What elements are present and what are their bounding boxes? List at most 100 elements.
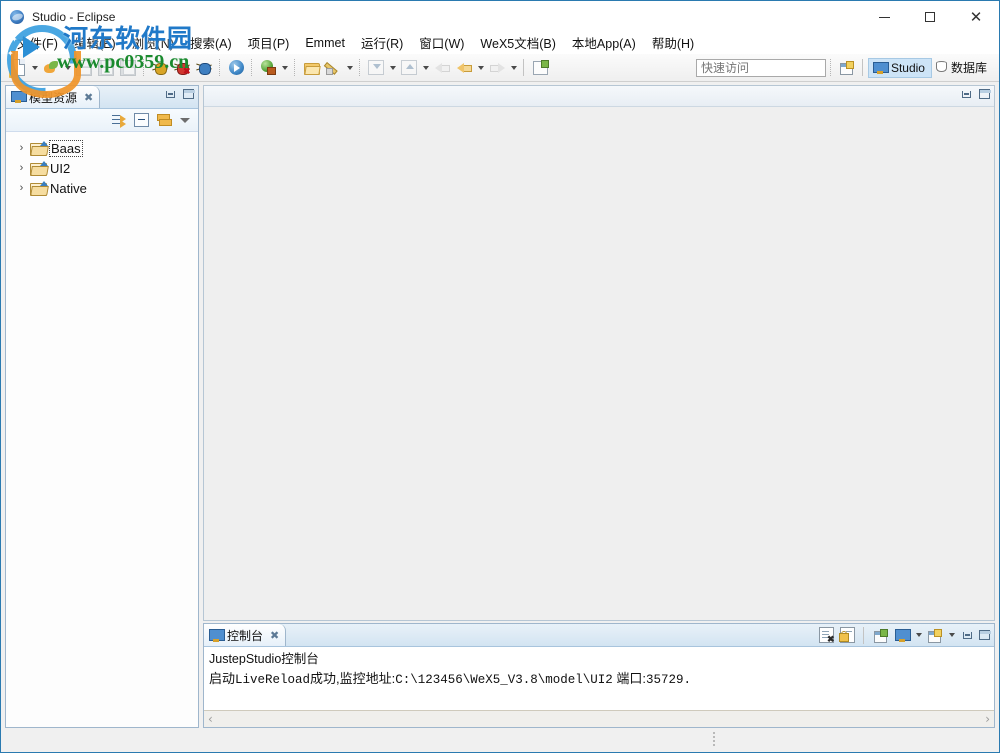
- link-with-editor-icon[interactable]: [112, 114, 126, 128]
- editor-area: [203, 85, 995, 621]
- toolbar-separator: [523, 59, 525, 76]
- minimize-icon[interactable]: [963, 631, 972, 639]
- debug-blue-bug-icon[interactable]: [194, 58, 214, 78]
- quick-fix-pen-icon[interactable]: [323, 58, 343, 78]
- publish-icon[interactable]: [41, 58, 61, 78]
- next-annotation-icon[interactable]: [366, 58, 386, 78]
- maximize-icon[interactable]: [979, 630, 991, 640]
- minimize-icon[interactable]: [166, 90, 175, 98]
- save-all-icon[interactable]: [96, 58, 116, 78]
- menu-local-app[interactable]: 本地App(A): [564, 31, 644, 54]
- tab-model-resource[interactable]: 模型资源 ✖: [6, 86, 101, 108]
- collapse-all-icon[interactable]: [134, 113, 149, 127]
- tree-item-baas-label: Baas: [49, 139, 83, 157]
- publish-dropdown-icon[interactable]: [62, 58, 73, 78]
- menu-search[interactable]: 搜索(A): [182, 31, 240, 54]
- tab-console[interactable]: 控制台 ✖: [204, 624, 287, 646]
- quick-access-input[interactable]: [695, 58, 826, 77]
- folder-icon: [30, 141, 49, 156]
- model-resource-view: 模型资源 ✖ › Baas › UI2 › Native: [5, 85, 199, 728]
- menu-bar: 文件(F) 编辑(E) 浏览(N) 搜索(A) 项目(P) Emmet 运行(R…: [1, 31, 999, 54]
- menu-help[interactable]: 帮助(H): [644, 31, 702, 54]
- close-button[interactable]: ✕: [953, 1, 999, 33]
- close-icon[interactable]: ✖: [84, 91, 93, 104]
- menu-emmet[interactable]: Emmet: [297, 34, 353, 52]
- next-annotation-dropdown-icon[interactable]: [387, 58, 398, 78]
- console-message-line: 启动LiveReload成功,监控地址:C:\123456\WeX5_V3.8\…: [204, 665, 994, 687]
- status-bar: [1, 728, 999, 752]
- window-controls: ✕: [861, 1, 999, 33]
- pin-console-icon[interactable]: [872, 626, 890, 644]
- perspective-database[interactable]: 数据库: [932, 58, 993, 78]
- back-history-icon[interactable]: [432, 58, 452, 78]
- run-dropdown-icon[interactable]: [279, 58, 290, 78]
- menu-file[interactable]: 文件(F): [9, 31, 66, 54]
- scroll-left-icon[interactable]: ‹: [208, 712, 213, 726]
- view-menu-icon[interactable]: [180, 117, 190, 123]
- model-resource-toolbar: [6, 109, 198, 132]
- back-arrow-icon[interactable]: [454, 58, 474, 78]
- window-title: Studio - Eclipse: [32, 10, 116, 24]
- resize-grip-icon[interactable]: [713, 732, 716, 746]
- debug-bug-icon[interactable]: [150, 58, 170, 78]
- open-console-dropdown-icon[interactable]: [947, 626, 956, 644]
- previous-annotation-icon[interactable]: [399, 58, 419, 78]
- maximize-icon[interactable]: [979, 89, 991, 99]
- run-play-icon[interactable]: [226, 58, 246, 78]
- editor-tabrow: [204, 86, 994, 107]
- eclipse-window: Studio - Eclipse ✕ 文件(F) 编辑(E) 浏览(N) 搜索(…: [0, 0, 1000, 753]
- menu-window[interactable]: 窗口(W): [411, 31, 472, 54]
- console-message-port: 35729.: [646, 673, 692, 687]
- menu-edit[interactable]: 编辑(E): [66, 31, 124, 54]
- print-icon[interactable]: [118, 58, 138, 78]
- clear-console-icon[interactable]: ✖: [817, 626, 835, 644]
- perspective-studio-label: Studio: [890, 60, 925, 75]
- console-message-path: C:\123456\WeX5_V3.8\model\UI2: [395, 673, 613, 687]
- open-console-icon[interactable]: [926, 626, 944, 644]
- menu-run[interactable]: 运行(R): [353, 31, 411, 54]
- menu-project[interactable]: 项目(P): [240, 31, 298, 54]
- tree-item-native-label: Native: [50, 180, 87, 196]
- chevron-right-icon[interactable]: ›: [16, 142, 27, 154]
- console-toolbar: ✖: [817, 626, 991, 644]
- toolbar-right-group: Studio 数据库: [695, 57, 999, 78]
- maximize-icon[interactable]: [183, 89, 195, 99]
- debug-stop-bug-icon[interactable]: ✖: [172, 58, 192, 78]
- new-wizard-dropdown-icon[interactable]: [29, 58, 40, 78]
- back-dropdown-icon[interactable]: [475, 58, 486, 78]
- maximize-button[interactable]: [907, 1, 953, 33]
- toolbar-separator: [143, 59, 145, 76]
- minimize-button[interactable]: [861, 1, 907, 33]
- tree-item-native[interactable]: › Native: [10, 178, 198, 198]
- chevron-right-icon[interactable]: ›: [16, 182, 27, 194]
- save-icon[interactable]: [74, 58, 94, 78]
- run-server-icon[interactable]: [258, 58, 278, 78]
- tree-item-ui2[interactable]: › UI2: [10, 158, 198, 178]
- tree-item-baas[interactable]: › Baas: [10, 138, 198, 158]
- console-horizontal-scrollbar[interactable]: ‹ ›: [204, 710, 994, 727]
- console-message-prefix: 启动: [209, 671, 236, 686]
- tab-console-label: 控制台: [227, 628, 264, 643]
- quick-fix-dropdown-icon[interactable]: [344, 58, 355, 78]
- display-selected-console-icon[interactable]: [893, 626, 911, 644]
- scroll-right-icon[interactable]: ›: [985, 712, 990, 726]
- forward-dropdown-icon[interactable]: [508, 58, 519, 78]
- menu-wex5-docs[interactable]: WeX5文档(B): [472, 31, 563, 54]
- perspective-studio[interactable]: Studio: [867, 57, 932, 78]
- new-file-icon[interactable]: [8, 58, 28, 78]
- forward-arrow-icon[interactable]: [487, 58, 507, 78]
- previous-annotation-dropdown-icon[interactable]: [420, 58, 431, 78]
- console-output[interactable]: 启动LiveReload成功,监控地址:C:\123456\WeX5_V3.8\…: [204, 665, 994, 709]
- editor-canvas[interactable]: [204, 107, 994, 620]
- open-perspective-icon[interactable]: [837, 58, 857, 78]
- new-window-icon[interactable]: [530, 58, 550, 78]
- open-resource-icon[interactable]: [301, 58, 321, 78]
- close-icon[interactable]: ✖: [270, 629, 279, 642]
- sync-icon[interactable]: [157, 113, 172, 127]
- minimize-icon[interactable]: [962, 90, 971, 98]
- display-console-dropdown-icon[interactable]: [914, 626, 923, 644]
- menu-navigate[interactable]: 浏览(N): [124, 31, 182, 54]
- scroll-lock-icon[interactable]: [838, 626, 856, 644]
- chevron-right-icon[interactable]: ›: [16, 162, 27, 174]
- toolbar-separator: [861, 59, 864, 76]
